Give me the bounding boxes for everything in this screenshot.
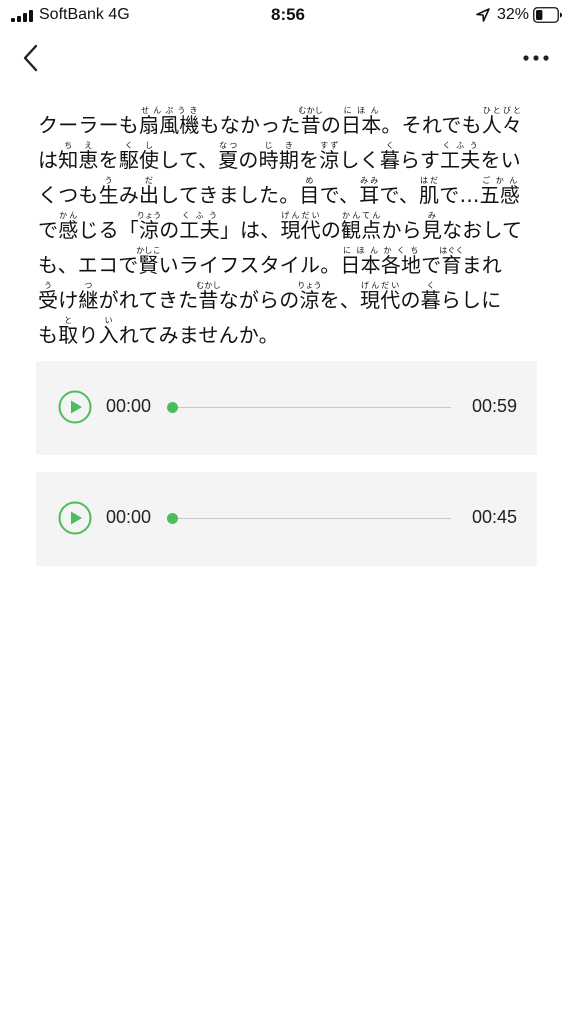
progress-track[interactable] <box>173 407 451 408</box>
article-line: で感かんじる「涼りょうの工夫くふう」は、現代げんだいの観点かんてんから見みなおし… <box>38 211 523 243</box>
duration: 00:59 <box>471 396 517 416</box>
current-time: 00:00 <box>106 396 152 416</box>
play-icon <box>58 501 92 535</box>
location-arrow-icon <box>476 8 490 22</box>
article-line: 受うけ継つがれてきた昔むかしながらの涼りょうを、現代げんだいの暮くらしに <box>38 281 502 313</box>
article-line: くつも生うみ出だしてきました。目めで、耳みみで、肌はだで…五感ごかん <box>38 176 521 208</box>
article-line: も、エコで賢かしこいライフスタイル。日本にほん各地かくちで育はぐくまれ <box>38 246 503 278</box>
back-button[interactable] <box>14 40 50 76</box>
progress-knob[interactable] <box>167 402 178 413</box>
ellipsis-icon <box>523 55 549 61</box>
battery-icon <box>533 7 562 23</box>
current-time: 00:00 <box>106 507 152 527</box>
progress-knob[interactable] <box>167 513 178 524</box>
play-button[interactable] <box>58 390 92 424</box>
progress-track[interactable] <box>173 518 451 519</box>
chevron-left-icon <box>23 44 38 72</box>
status-bar: SoftBank 4G 8:56 32% <box>0 0 576 30</box>
play-icon <box>58 390 92 424</box>
play-button[interactable] <box>58 501 92 535</box>
article-line: も取とり入いれてみませんか。 <box>38 316 279 348</box>
more-options-button[interactable] <box>516 44 556 72</box>
article-line: は知恵ちえを駆使くしして、夏なつの時期じきを涼すずしく暮くらす工夫くふうをい <box>38 141 521 173</box>
article-text: クーラーも扇風機せんぷうきもなかった昔むかしの日本にほん。それでも人々ひとびとは… <box>38 106 538 351</box>
audio-player: 00:00 00:59 <box>36 361 537 455</box>
audio-player: 00:00 00:45 <box>36 472 537 566</box>
article-line: クーラーも扇風機せんぷうきもなかった昔むかしの日本にほん。それでも人々ひとびと <box>38 106 523 138</box>
battery-percent: 32% <box>497 6 530 23</box>
duration: 00:45 <box>471 507 517 527</box>
